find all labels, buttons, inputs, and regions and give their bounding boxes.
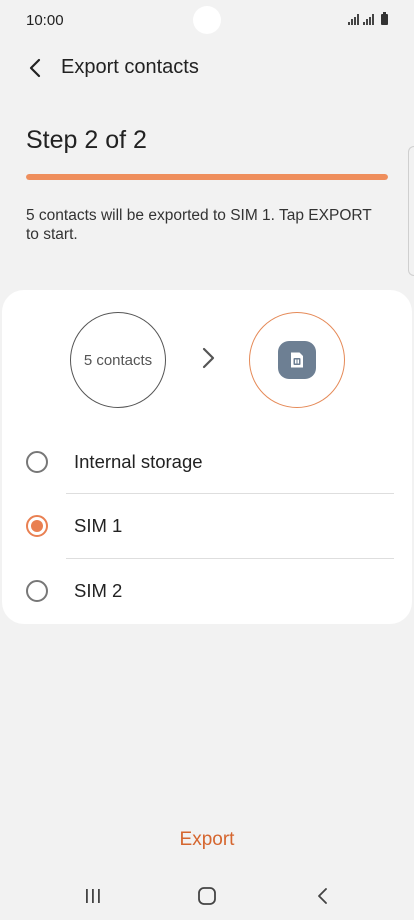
option-sim-2[interactable]: SIM 2 xyxy=(2,559,412,623)
signal-icon xyxy=(348,14,359,25)
back-button[interactable] xyxy=(20,52,52,84)
edge-panel-handle[interactable] xyxy=(408,146,414,276)
status-time: 10:00 xyxy=(26,12,64,29)
progress-bar xyxy=(26,174,388,180)
status-bar: 10:00 xyxy=(0,0,414,42)
battery-icon xyxy=(381,12,388,25)
option-label: SIM 2 xyxy=(74,580,123,601)
source-circle: 5 contacts xyxy=(70,312,166,408)
option-internal-storage[interactable]: Internal storage xyxy=(2,430,412,494)
navigation-bar xyxy=(0,872,414,920)
recents-icon xyxy=(86,889,100,903)
nav-back-button[interactable] xyxy=(303,882,343,910)
target-circle xyxy=(249,312,345,408)
recents-button[interactable] xyxy=(73,882,113,910)
home-icon xyxy=(198,887,216,905)
export-description: 5 contacts will be exported to SIM 1. Ta… xyxy=(26,207,372,243)
radio-sim-2[interactable] xyxy=(26,580,48,602)
status-icons xyxy=(348,12,388,25)
page-title: Export contacts xyxy=(61,56,199,78)
export-card: 5 contacts Internal storage SIM 1 SIM 2 xyxy=(2,290,412,624)
chevron-right-icon xyxy=(202,347,215,369)
app-header: Export contacts xyxy=(0,46,414,90)
export-button[interactable]: Export xyxy=(150,823,264,857)
radio-sim-1[interactable] xyxy=(26,515,48,537)
radio-internal-storage[interactable] xyxy=(26,451,48,473)
progress-fill xyxy=(26,174,388,180)
back-icon xyxy=(318,888,327,904)
step-title: Step 2 of 2 xyxy=(26,126,147,154)
source-label: 5 contacts xyxy=(83,351,153,369)
home-button[interactable] xyxy=(187,882,227,910)
signal-icon xyxy=(363,14,374,25)
chevron-left-icon xyxy=(29,58,41,78)
option-sim-1[interactable]: SIM 1 xyxy=(2,494,412,558)
sim-card-icon xyxy=(278,341,316,379)
front-camera xyxy=(193,6,221,34)
option-label: SIM 1 xyxy=(74,515,123,536)
option-label: Internal storage xyxy=(74,451,203,472)
